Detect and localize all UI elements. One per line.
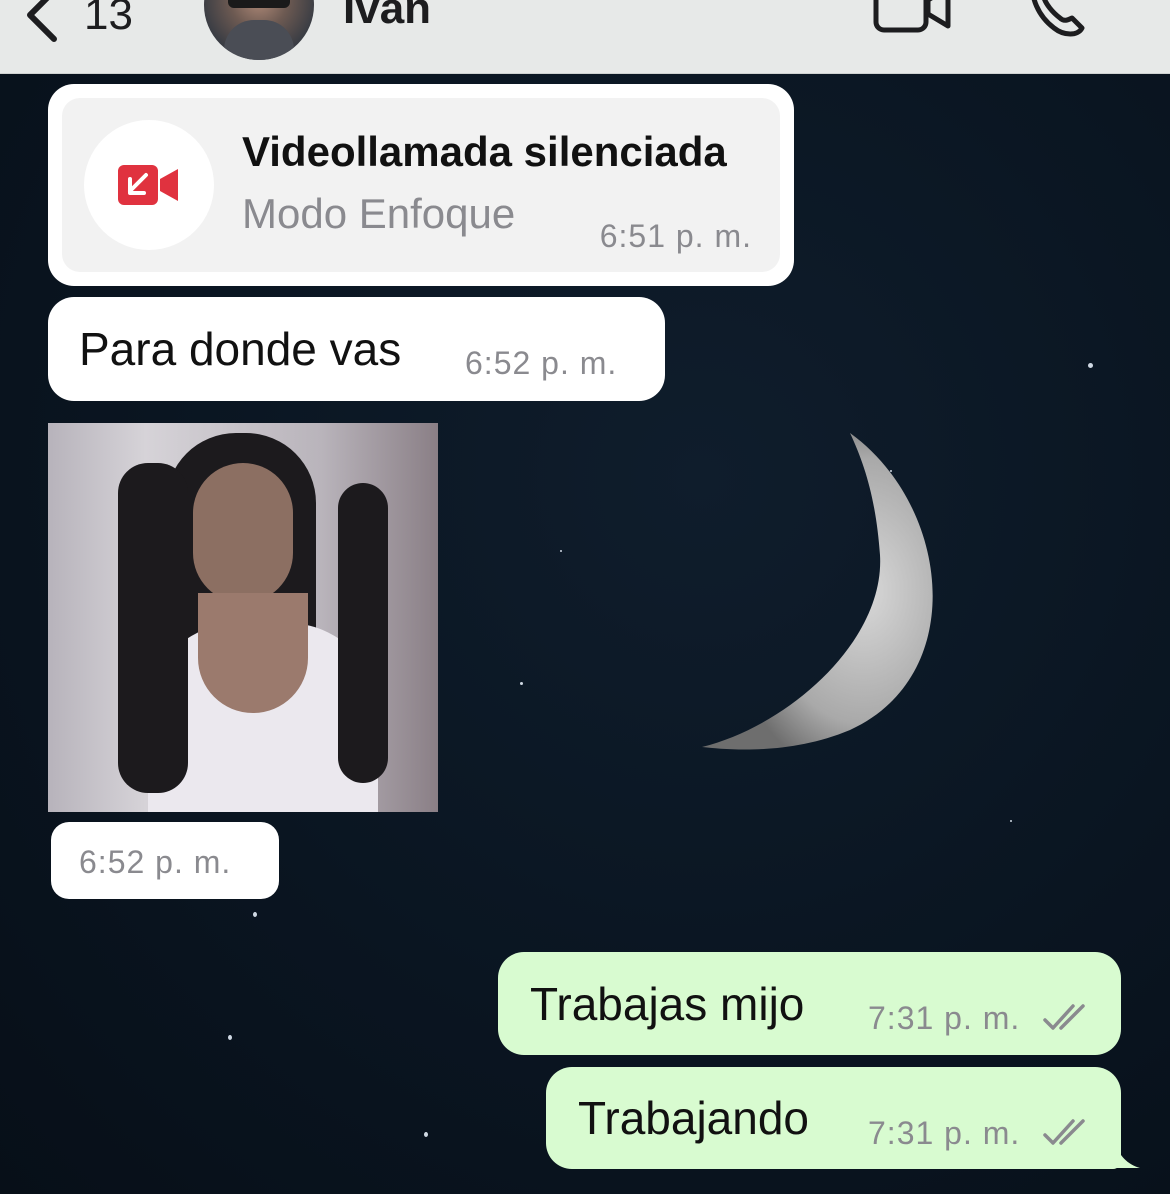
- missed-call-inner: Videollamada silenciada Modo Enfoque 6:5…: [62, 98, 780, 272]
- image-time-badge: 6:52 p. m.: [51, 822, 279, 899]
- message-time: 6:52 p. m.: [465, 345, 618, 381]
- double-check-icon: [1043, 1004, 1085, 1030]
- call-subtitle: Modo Enfoque: [242, 190, 516, 237]
- call-title: Videollamada silenciada: [242, 128, 727, 175]
- phone-icon: [1031, 0, 1085, 37]
- video-camera-icon: [873, 0, 951, 33]
- video-call-button[interactable]: [872, 0, 954, 39]
- unread-count: 13: [84, 0, 133, 39]
- missed-call-card[interactable]: Videollamada silenciada Modo Enfoque 6:5…: [48, 84, 794, 286]
- image-message[interactable]: [48, 423, 438, 812]
- message-time: 7:31 p. m.: [868, 1115, 1021, 1151]
- bubble-tail: [1100, 1140, 1140, 1168]
- missed-call-icon-circle: [84, 120, 214, 250]
- message-text: Para donde vas: [79, 323, 402, 375]
- chevron-left-icon: [27, 0, 57, 42]
- back-button[interactable]: 13: [22, 0, 133, 50]
- outgoing-message[interactable]: Trabajando 7:31 p. m.: [546, 1067, 1121, 1169]
- message-text: Trabajas mijo: [530, 978, 805, 1030]
- message-time: 7:31 p. m.: [868, 1000, 1021, 1036]
- missed-video-call-icon: [118, 165, 178, 205]
- moon-image: [702, 433, 933, 750]
- message-text: Trabajando: [578, 1092, 810, 1144]
- contact-name[interactable]: Ivan: [343, 0, 431, 34]
- chat-header: 13 Ivan: [0, 0, 1170, 74]
- message-time: 6:51 p. m.: [599, 218, 752, 254]
- outgoing-message[interactable]: Trabajas mijo 7:31 p. m.: [498, 952, 1121, 1055]
- voice-call-button[interactable]: [1024, 0, 1088, 45]
- double-check-icon: [1043, 1119, 1085, 1145]
- message-time: 6:52 p. m.: [79, 844, 232, 880]
- incoming-message[interactable]: Para donde vas 6:52 p. m.: [48, 297, 665, 401]
- avatar[interactable]: [204, 0, 314, 60]
